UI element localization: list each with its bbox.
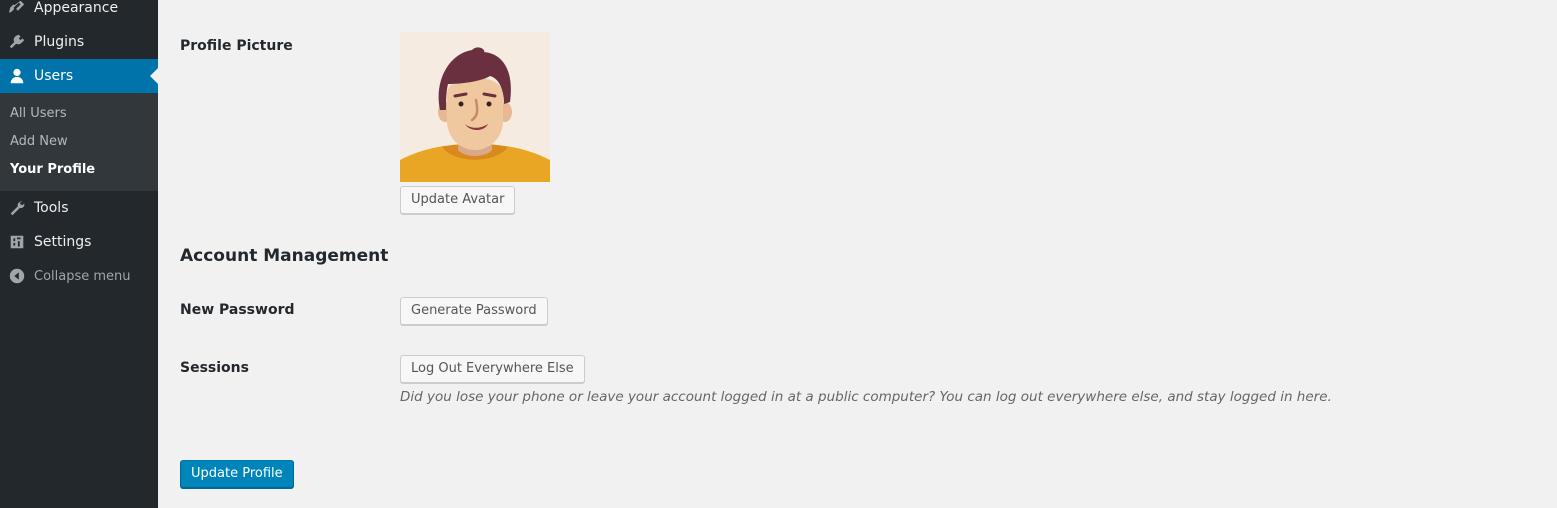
- admin-sidebar: Appearance Plugins Users All Users Add N…: [0, 0, 158, 508]
- sessions-label: Sessions: [180, 360, 249, 376]
- submenu-item-all-users[interactable]: All Users: [10, 106, 67, 121]
- submenu-item-add-new[interactable]: Add New: [10, 134, 68, 149]
- generate-password-button[interactable]: Generate Password: [400, 297, 548, 325]
- sessions-description: Did you lose your phone or leave your ac…: [400, 389, 1332, 405]
- sidebar-item-label: Plugins: [34, 34, 85, 50]
- settings-icon: [0, 225, 34, 259]
- sidebar-item-label: Appearance: [34, 0, 119, 16]
- profile-content: Profile Picture Update Avatar Account Ma…: [158, 0, 1557, 508]
- sidebar-item-appearance[interactable]: Appearance: [0, 0, 158, 25]
- active-indicator-arrow: [150, 68, 158, 84]
- users-submenu: All Users Add New Your Profile: [0, 93, 158, 191]
- collapse-menu-button[interactable]: Collapse menu: [0, 259, 158, 293]
- sidebar-item-plugins[interactable]: Plugins: [0, 25, 158, 59]
- log-out-everywhere-button[interactable]: Log Out Everywhere Else: [400, 355, 585, 383]
- update-avatar-button[interactable]: Update Avatar: [400, 186, 516, 214]
- sidebar-item-label: Settings: [34, 234, 92, 250]
- paintbrush-icon: [0, 0, 34, 25]
- sidebar-item-label: Users: [34, 68, 74, 84]
- new-password-label: New Password: [180, 302, 295, 318]
- collapse-icon: [0, 259, 34, 293]
- sidebar-item-label: Collapse menu: [34, 268, 131, 284]
- sidebar-item-tools[interactable]: Tools: [0, 191, 158, 225]
- wrench-icon: [0, 191, 34, 225]
- plugin-icon: [0, 25, 34, 59]
- update-profile-button[interactable]: Update Profile: [180, 460, 294, 488]
- user-icon: [0, 59, 34, 93]
- profile-picture-label: Profile Picture: [180, 38, 293, 54]
- sidebar-item-users[interactable]: Users: [0, 59, 158, 93]
- sidebar-item-label: Tools: [34, 200, 69, 216]
- avatar: [400, 32, 550, 182]
- submenu-item-your-profile[interactable]: Your Profile: [10, 162, 95, 177]
- section-heading-account-management: Account Management: [180, 246, 389, 266]
- sidebar-item-settings[interactable]: Settings: [0, 225, 158, 259]
